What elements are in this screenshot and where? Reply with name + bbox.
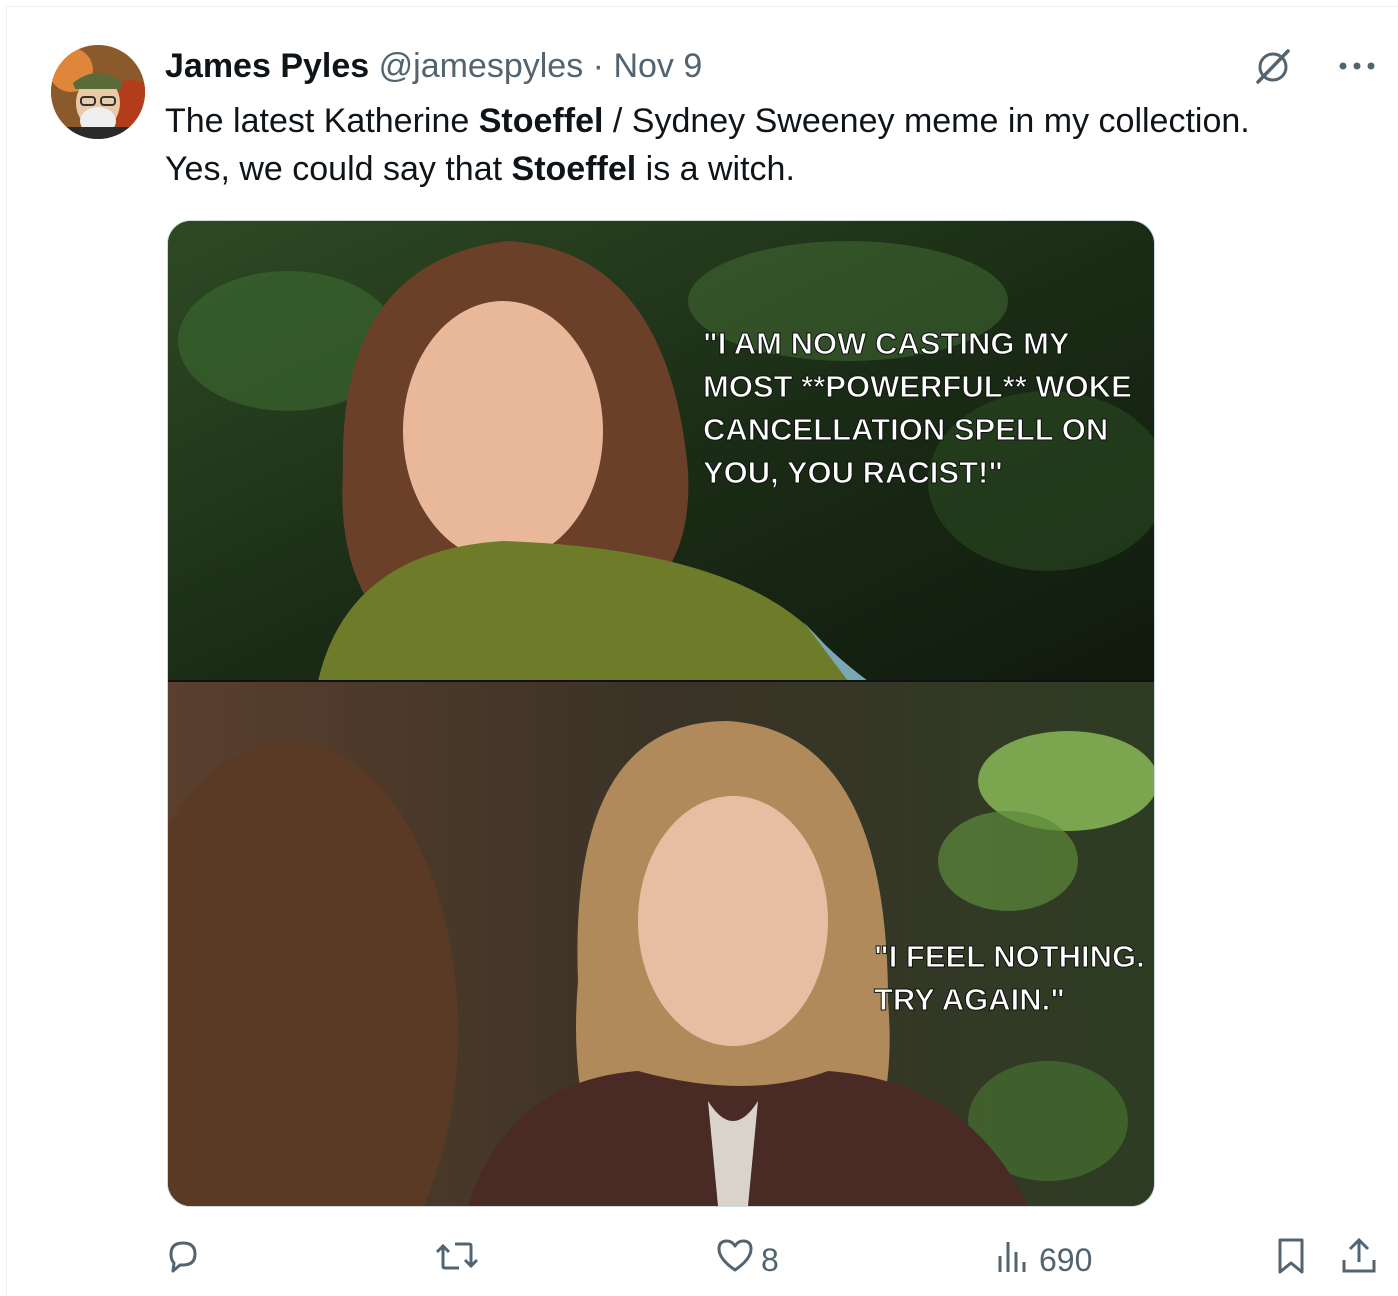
tweet-text-line-2-segment: is a witch. [636,150,795,188]
like-button[interactable]: 8 [715,1235,779,1285]
share-icon [1339,1236,1379,1284]
meme-bottom-caption-line-2: TRY AGAIN." [874,982,1065,1017]
tweet-media-image[interactable]: "I AM NOW CASTING MY MOST **POWERFUL** W… [167,220,1155,1207]
tweet-text-line-2-segment: Yes, we could say that [165,150,512,188]
meme-bottom-caption-line-1: "I FEEL NOTHING. [874,939,1145,974]
reply-button[interactable] [163,1235,209,1285]
tweet-text-line-1-segment: The latest Katherine [165,102,479,140]
meme-top-caption-line-3: CANCELLATION SPELL ON [703,412,1108,447]
tweet-text-line-1-segment: Stoeffel [478,102,604,140]
tweet-header: James Pyles @jamespyles · Nov 9 [165,47,702,86]
tweet-text-line-1-segment: / Sydney Sweeney meme in my collection. [603,102,1250,140]
meme-top-caption-line-2: MOST **POWERFUL** WOKE [703,369,1132,404]
meme-top-caption-line-1: "I AM NOW CASTING MY [703,326,1070,361]
views-button[interactable]: 690 [993,1235,1092,1285]
repost-button[interactable] [435,1235,485,1285]
tweet-text: The latest Katherine Stoeffel / Sydney S… [165,97,1365,193]
tweet-top-actions [1252,45,1378,87]
reply-icon [163,1236,203,1284]
bookmark-icon [1271,1236,1311,1284]
author-name[interactable]: James Pyles [165,47,369,85]
repost-icon [435,1236,479,1284]
avatar-image [51,45,145,139]
views-icon [993,1236,1033,1284]
tweet-date[interactable]: Nov 9 [613,47,702,85]
heart-icon [715,1236,755,1284]
meme-top-caption-line-4: YOU, YOU RACIST!" [703,455,1003,490]
views-count: 690 [1039,1241,1093,1278]
tweet-text-line-2-segment: Stoeffel [511,150,637,188]
meme-image: "I AM NOW CASTING MY MOST **POWERFUL** W… [168,221,1154,1206]
tweet-text-line-1: The latest Katherine Stoeffel / Sydney S… [165,97,1365,145]
tweet-text-line-2: Yes, we could say that Stoeffel is a wit… [165,145,1365,193]
share-button[interactable] [1339,1235,1379,1285]
like-count: 8 [761,1241,779,1278]
tweet-action-bar: 8 690 [163,1235,1385,1285]
avatar[interactable] [51,45,145,139]
tweet-card[interactable]: James Pyles @jamespyles · Nov 9 The late… [6,6,1398,1296]
bookmark-button[interactable] [1271,1235,1311,1285]
author-handle[interactable]: @jamespyles [379,47,584,85]
grok-icon[interactable] [1252,45,1294,87]
more-icon[interactable] [1336,45,1378,87]
header-separator: · [592,47,604,85]
